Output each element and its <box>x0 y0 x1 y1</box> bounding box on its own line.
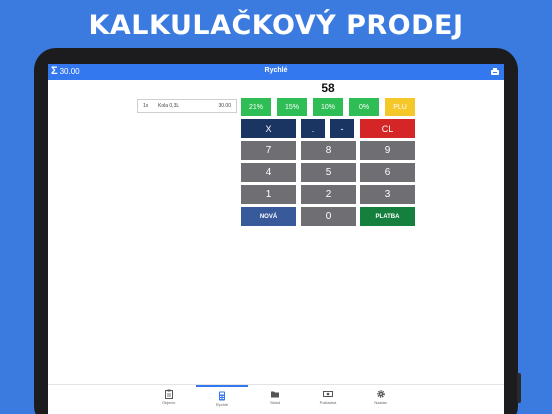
nav-item-orders[interactable]: Objedn. <box>143 385 195 414</box>
nav-label: Objedn. <box>161 400 176 405</box>
digit-7-button[interactable]: 7 <box>241 141 296 160</box>
plu-button[interactable]: PLU <box>385 98 415 116</box>
tablet-side-button <box>517 373 521 403</box>
multiply-button[interactable]: X <box>241 119 296 138</box>
clear-button[interactable]: CL <box>360 119 415 138</box>
receipt-line-name: Kola 0,3L <box>158 103 180 109</box>
receipt-line[interactable]: 1x Kola 0,3L 30.00 <box>137 99 237 113</box>
receipt-line-qty: 1x <box>143 103 149 109</box>
nav-item-quick[interactable]: Rychlé <box>196 385 248 414</box>
folder-icon <box>271 391 279 398</box>
decimal-button[interactable]: . <box>301 119 325 138</box>
vat-0-button[interactable]: 0% <box>349 98 379 116</box>
receipt-line-price: 30.00 <box>218 103 231 109</box>
nav-item-receipts[interactable]: Pokladna <box>302 385 354 414</box>
bottom-navigation: Objedn. Rychlé Sklad Pokladna Nastav. <box>48 384 504 414</box>
nav-label: Nastav. <box>374 400 388 405</box>
vat-21-button[interactable]: 21% <box>241 98 271 116</box>
nav-item-stock[interactable]: Sklad <box>249 385 301 414</box>
digit-0-button[interactable]: 0 <box>301 207 356 226</box>
digit-1-button[interactable]: 1 <box>241 185 296 204</box>
page-title: Rychlé <box>264 67 288 74</box>
minus-button[interactable]: - <box>330 119 354 138</box>
vat-15-button[interactable]: 15% <box>277 98 307 116</box>
calculator-icon <box>219 391 225 401</box>
app-bar: Σ 30.00 Rychlé <box>48 64 504 80</box>
vat-10-button[interactable]: 10% <box>313 98 343 116</box>
digit-8-button[interactable]: 8 <box>301 141 356 160</box>
digit-4-button[interactable]: 4 <box>241 163 296 182</box>
digit-3-button[interactable]: 3 <box>360 185 415 204</box>
app-screen: Σ 30.00 Rychlé 1x Kola 0,3L 30.00 58 21%… <box>48 64 504 414</box>
clipboard-icon <box>165 389 173 399</box>
digit-6-button[interactable]: 6 <box>360 163 415 182</box>
digit-9-button[interactable]: 9 <box>360 141 415 160</box>
nav-label: Sklad <box>269 400 280 405</box>
cash-register-icon[interactable] <box>490 67 500 76</box>
amount-display: 58 <box>321 81 335 95</box>
nav-label: Pokladna <box>319 400 337 405</box>
promo-headline: KALKULAČKOVÝ PRODEJ <box>88 10 464 41</box>
digit-5-button[interactable]: 5 <box>301 163 356 182</box>
pay-button[interactable]: PLATBA <box>360 207 415 226</box>
nav-item-settings[interactable]: Nastav. <box>355 385 407 414</box>
gear-icon <box>377 390 385 398</box>
digit-2-button[interactable]: 2 <box>301 185 356 204</box>
nav-label: Rychlé <box>215 402 229 407</box>
new-order-button[interactable]: NOVÁ <box>241 207 296 226</box>
banknote-icon <box>323 391 333 397</box>
